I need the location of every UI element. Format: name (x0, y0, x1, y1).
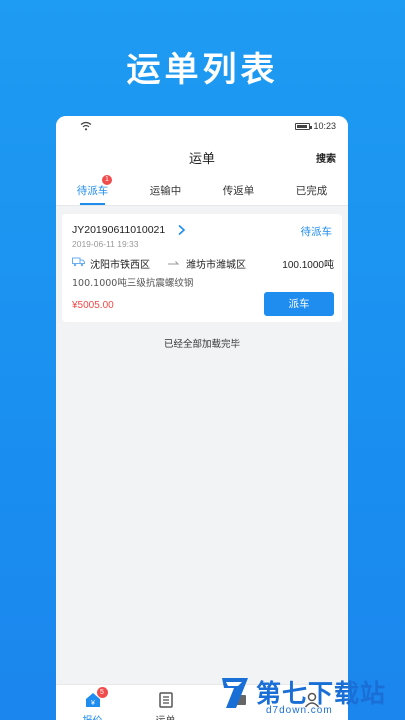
tab-in-transit[interactable]: 运输中 (129, 172, 202, 205)
tabbar-badge: 5 (96, 687, 108, 698)
status-tabs: 待派车 1 运输中 传返单 已完成 (56, 172, 348, 206)
tab-label: 已完成 (295, 185, 328, 197)
nav-bar: 运单 搜索 (56, 138, 348, 172)
phone-screen: 10:23 运单 搜索 待派车 1 运输中 传返单 已完成 JY20190611… (56, 116, 348, 720)
origin: 沈阳市铁西区 (90, 260, 150, 271)
chevron-right-icon[interactable] (176, 224, 186, 236)
tab-completed[interactable]: 已完成 (275, 172, 348, 205)
tab-badge: 1 (102, 175, 112, 185)
page-headline: 运单列表 (126, 50, 279, 90)
dispatch-button[interactable]: 派车 (264, 292, 334, 316)
search-button[interactable]: 搜索 (316, 150, 336, 165)
waybill-icon (158, 692, 173, 708)
svg-text:¥: ¥ (91, 700, 95, 707)
destination: 潍坊市潍城区 (186, 260, 246, 271)
order-status: 待派车 (300, 226, 333, 238)
tab-pending-dispatch[interactable]: 待派车 1 (56, 172, 129, 205)
status-bar: 10:23 (56, 116, 348, 138)
order-card[interactable]: JY20190611010021 待派车 2019-06-11 19:33 沈阳… (62, 214, 342, 322)
tab-label: 待派车 (76, 185, 109, 197)
watermark-logo-icon (222, 678, 248, 708)
route: 沈阳市铁西区 潍坊市潍城区 100.1000吨 (72, 256, 334, 271)
tabbar-item-waybill[interactable]: 运单 (129, 685, 202, 720)
list-end-message: 已经全部加载完毕 (163, 339, 240, 350)
battery-icon (295, 123, 312, 130)
order-time: 2019-06-11 19:33 (72, 239, 139, 249)
order-price: ¥5005.00 (72, 300, 114, 311)
page-title: 运单 (188, 152, 215, 167)
tabbar-label: 报价 (56, 712, 129, 720)
truck-icon (72, 257, 85, 267)
tab-return-receipt[interactable]: 传返单 (202, 172, 275, 205)
arrow-right-icon (168, 261, 180, 265)
watermark-url: d7down.com (266, 705, 333, 716)
order-number[interactable]: JY20190611010021 (72, 224, 165, 236)
tab-label: 运输中 (149, 185, 182, 197)
tabbar-label: 运单 (129, 712, 202, 720)
site-watermark: 第七下载站 d7down.com (218, 672, 398, 718)
cargo-weight: 100.1000吨 (282, 260, 334, 271)
status-time: 10:23 (313, 121, 336, 131)
cargo-description: 100.1000吨三级抗震螺纹钢 (72, 278, 194, 289)
wifi-icon (80, 121, 92, 131)
tabbar-item-quote[interactable]: ¥ 5 报价 (56, 685, 129, 720)
tab-label: 传返单 (222, 185, 255, 197)
